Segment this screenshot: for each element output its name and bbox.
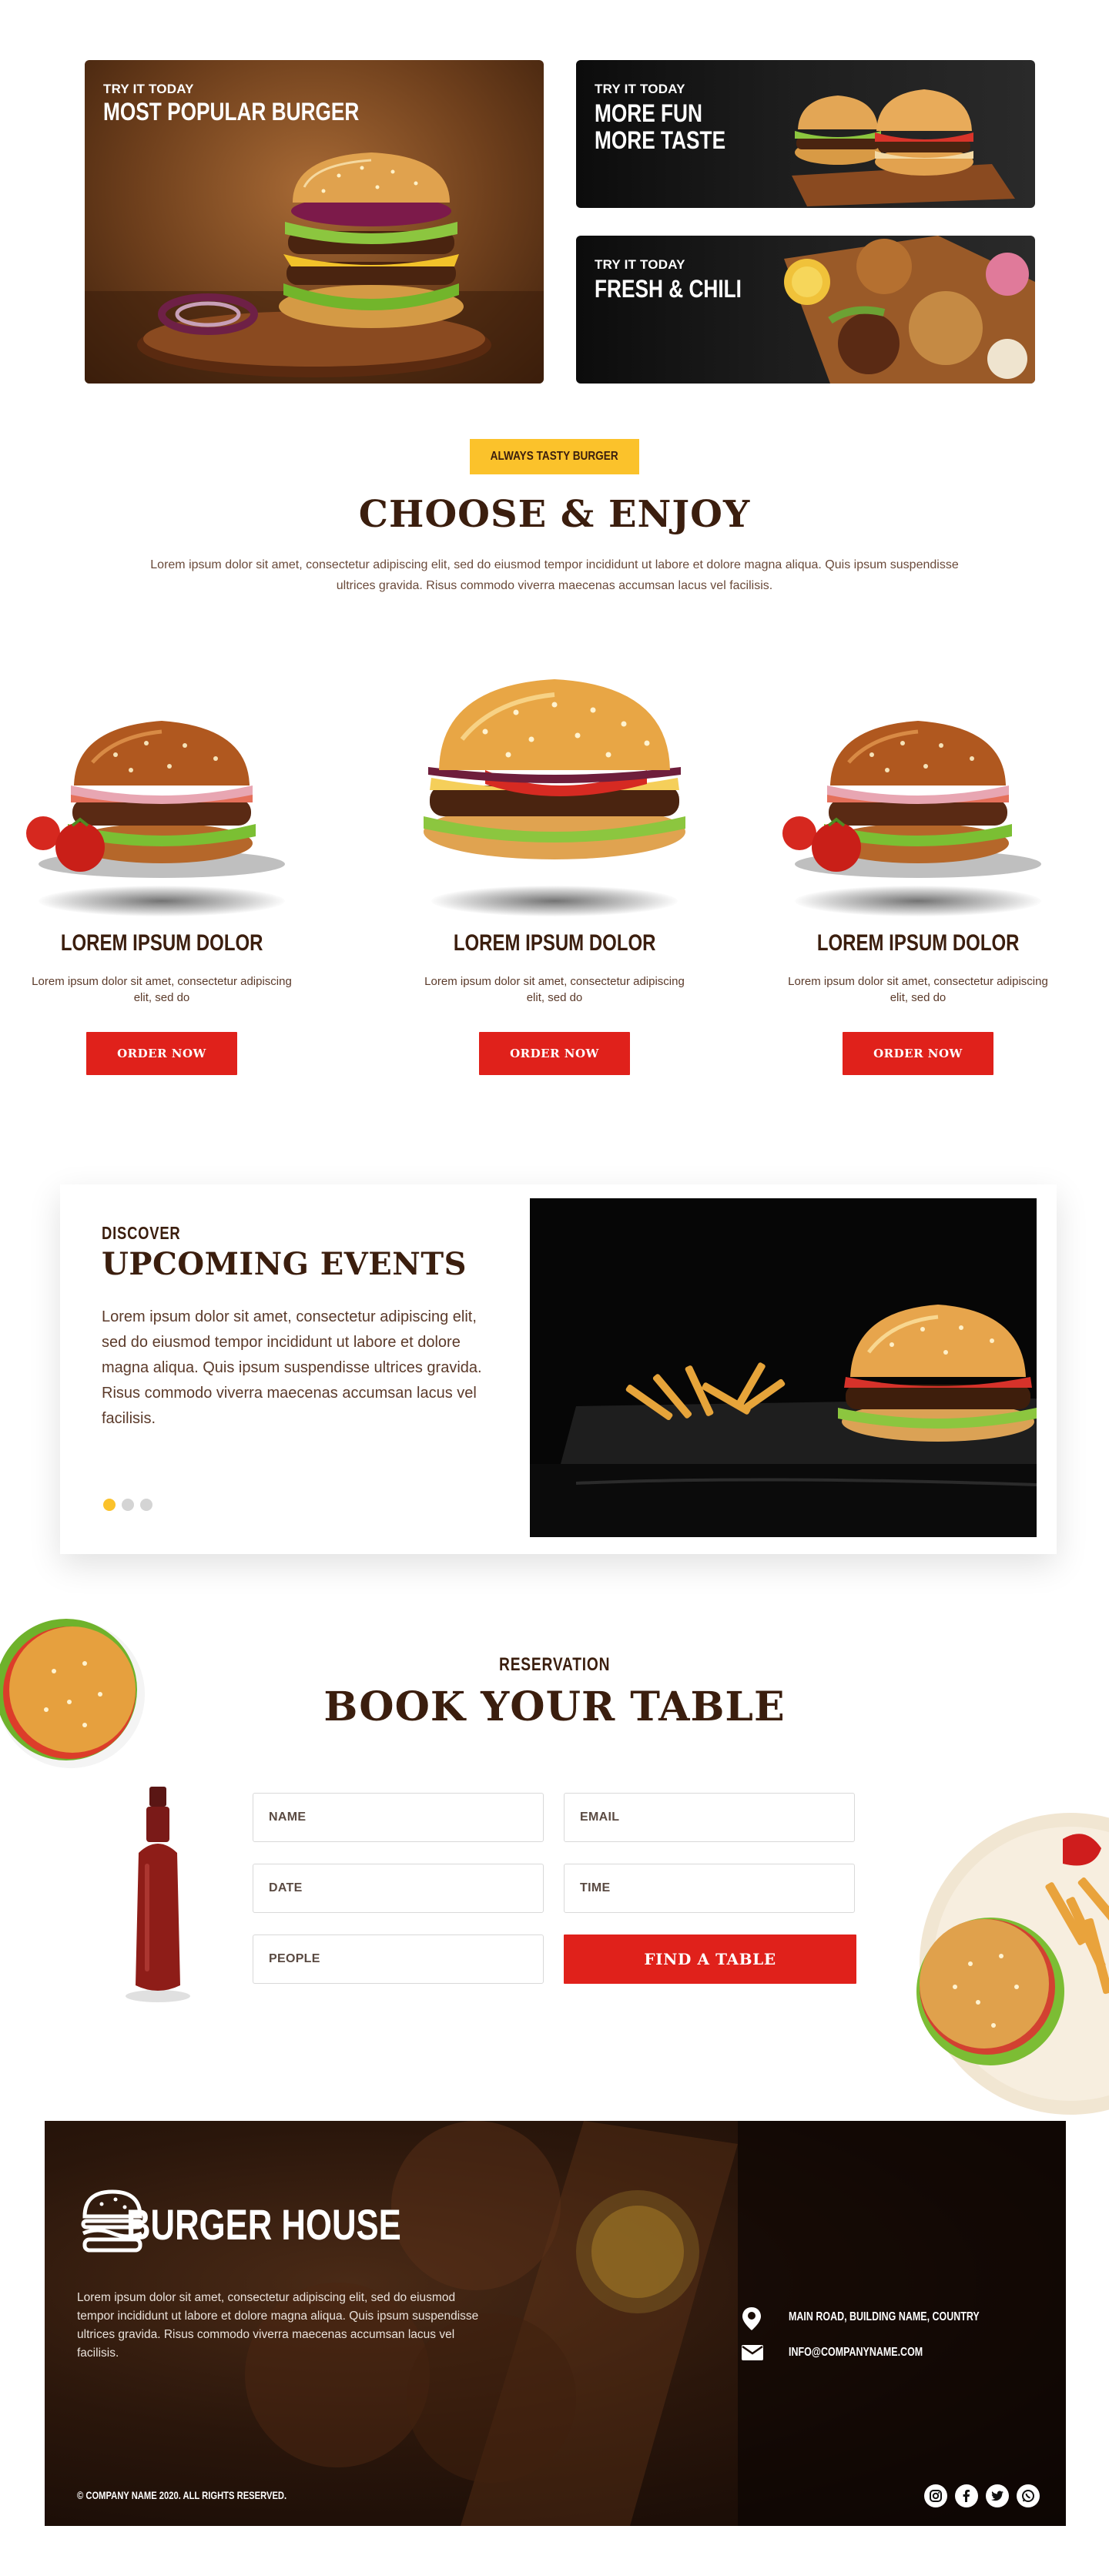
whatsapp-icon[interactable] <box>1017 2484 1040 2507</box>
events-kicker: DISCOVER <box>102 1223 181 1243</box>
date-field[interactable] <box>253 1864 544 1913</box>
facebook-icon[interactable] <box>955 2484 978 2507</box>
location-pin-icon <box>742 2307 761 2330</box>
product-description: Lorem ipsum dolor sit amet, consectetur … <box>788 975 1048 1004</box>
time-field[interactable] <box>564 1864 855 1913</box>
burger-fries-image <box>530 1198 1037 1537</box>
order-now-button[interactable]: ORDER NOW <box>86 1032 237 1075</box>
product-description: Lorem ipsum dolor sit amet, consectetur … <box>424 975 685 1004</box>
name-field[interactable] <box>253 1793 544 1842</box>
burger-image <box>424 679 685 859</box>
footer-description: Lorem ipsum dolor sit amet, consectetur … <box>77 2291 479 2360</box>
slider-dot-2[interactable] <box>122 1499 134 1511</box>
shadow <box>431 886 678 916</box>
product-card: LOREM IPSUM DOLOR Lorem ipsum dolor sit … <box>393 616 716 1094</box>
hot-sauce-bottle-image <box>126 1787 190 2002</box>
shadow <box>795 886 1041 916</box>
events-text: Lorem ipsum dolor sit amet, consectetur … <box>102 1308 482 1427</box>
people-field[interactable] <box>253 1935 544 1984</box>
section-tag: ALWAYS TASTY BURGER <box>470 439 639 474</box>
slider-dot-1[interactable] <box>103 1499 116 1511</box>
find-table-button[interactable]: FIND A TABLE <box>564 1935 856 1984</box>
mail-icon <box>742 2345 763 2360</box>
promo-banner-popular[interactable]: TRY IT TODAY MOST POPULAR BURGER <box>85 60 544 384</box>
slider-dot-3[interactable] <box>140 1499 152 1511</box>
contact-email[interactable]: INFO@COMPANYNAME.COM <box>789 2346 960 2360</box>
product-name: LOREM IPSUM DOLOR <box>60 930 263 956</box>
product-name: LOREM IPSUM DOLOR <box>816 930 1020 956</box>
ingredients-board-image <box>784 236 1035 384</box>
product-card: LOREM IPSUM DOLOR Lorem ipsum dolor sit … <box>756 616 1080 1094</box>
twitter-icon[interactable] <box>986 2484 1009 2507</box>
double-burger-image <box>792 89 1015 206</box>
promo-banner-fun[interactable]: TRY IT TODAY MORE FUN MORE TASTE <box>576 60 1035 208</box>
footer-brand: BURGER HOUSE <box>126 2200 401 2249</box>
contact-address: MAIN ROAD, BUILDING NAME, COUNTRY <box>789 2310 980 2323</box>
order-now-button[interactable]: ORDER NOW <box>479 1032 630 1075</box>
slider-dots <box>103 1499 152 1511</box>
section-lead: Lorem ipsum dolor sit amet, consectetur … <box>150 558 959 592</box>
product-name: LOREM IPSUM DOLOR <box>453 930 656 956</box>
burger-on-board-image <box>85 152 544 384</box>
events-title: UPCOMING EVENTS <box>102 1246 467 1282</box>
burger-plate-image <box>916 1813 1109 2115</box>
section-title: CHOOSE & ENJOY <box>358 493 751 536</box>
instagram-icon[interactable] <box>924 2484 947 2507</box>
product-card: LOREM IPSUM DOLOR Lorem ipsum dolor sit … <box>0 616 323 1094</box>
burger-image <box>26 721 285 878</box>
shadow <box>39 886 285 916</box>
email-field[interactable] <box>564 1793 855 1842</box>
reservation-kicker: RESERVATION <box>498 1654 611 1675</box>
copyright: © COMPANY NAME 2020. ALL RIGHTS RESERVED… <box>77 2489 287 2501</box>
events-photo <box>530 1198 1037 1537</box>
burger-image <box>782 721 1041 878</box>
product-description: Lorem ipsum dolor sit amet, consectetur … <box>32 975 292 1004</box>
order-now-button[interactable]: ORDER NOW <box>843 1032 993 1075</box>
reservation-title: BOOK YOUR TABLE <box>323 1683 786 1730</box>
promo-banner-chili[interactable]: TRY IT TODAY FRESH & CHILI <box>576 236 1035 384</box>
